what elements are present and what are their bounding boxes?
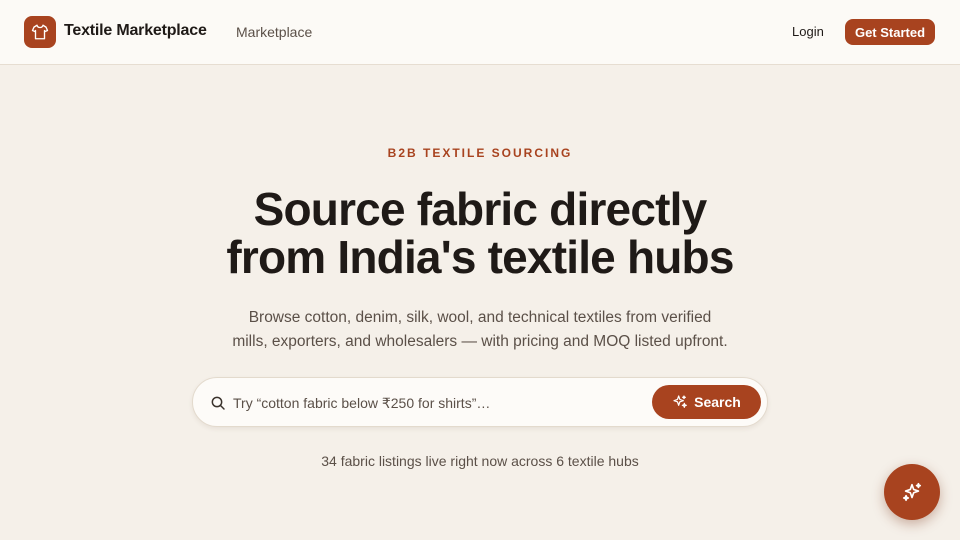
ai-assistant-button[interactable] xyxy=(884,464,940,520)
hero-headline-line-2: from India's textile hubs xyxy=(226,231,734,283)
nav-link-marketplace[interactable]: Marketplace xyxy=(236,24,312,40)
search-icon xyxy=(211,396,225,410)
hero-eyebrow: B2B TEXTILE SOURCING xyxy=(387,146,573,160)
hero-subtitle-line-1: Browse cotton, denim, silk, wool, and te… xyxy=(248,309,712,326)
search-button[interactable]: Search xyxy=(652,385,761,419)
brand-name[interactable]: Textile Marketplace xyxy=(64,22,207,40)
hero-headline: Source fabric directly from India's text… xyxy=(0,185,960,281)
search-bar: Search xyxy=(192,377,768,427)
get-started-button[interactable]: Get Started xyxy=(845,19,935,45)
sparkles-icon xyxy=(673,395,688,408)
login-link[interactable]: Login xyxy=(792,24,824,39)
hero-subtitle-line-2: mills, exporters, and wholesalers — with… xyxy=(232,333,728,350)
hero-headline-line-1: Source fabric directly xyxy=(253,183,708,235)
sparkles-icon xyxy=(902,482,922,502)
top-nav-bar: Textile Marketplace Marketplace Login Ge… xyxy=(0,0,960,65)
hero-subtitle: Browse cotton, denim, silk, wool, and te… xyxy=(0,306,960,354)
search-input[interactable] xyxy=(233,391,643,415)
search-button-label: Search xyxy=(694,394,741,410)
logo[interactable] xyxy=(24,16,56,48)
tshirt-icon xyxy=(31,24,49,40)
listings-status: 34 fabric listings live right now across… xyxy=(321,453,639,469)
